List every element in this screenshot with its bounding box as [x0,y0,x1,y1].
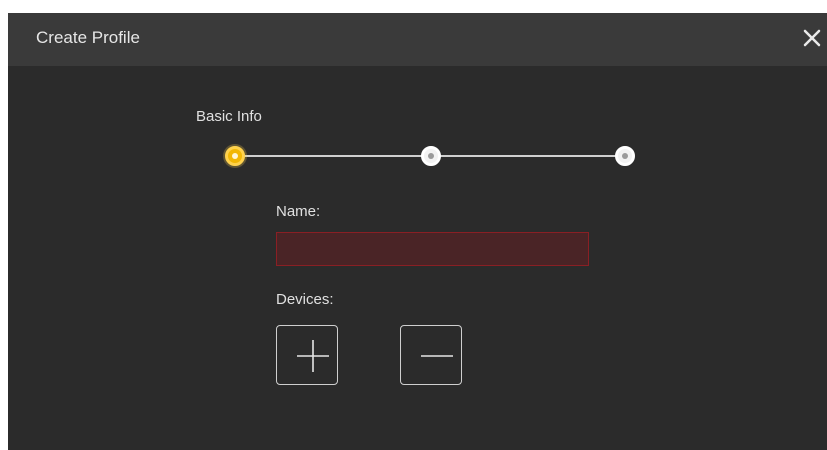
create-profile-dialog: Create Profile Basic Info Name: Devices: [8,13,827,450]
remove-device-button[interactable] [400,325,462,385]
step-dot-2[interactable] [421,146,441,166]
step-connector-2 [440,155,618,157]
step-dot-basic-info[interactable] [225,146,245,166]
plus-icon [297,340,329,372]
step-dot-3[interactable] [615,146,635,166]
dialog-title: Create Profile [36,28,140,47]
step-connector-1 [244,155,422,157]
minus-icon [421,355,453,357]
close-icon [803,29,821,47]
close-button[interactable] [797,23,827,53]
devices-label: Devices: [276,291,334,308]
dialog-header: Create Profile [8,13,827,66]
name-label: Name: [276,203,321,220]
progress-stepper: Basic Info [8,103,827,173]
step-label-basic-info: Basic Info [196,108,262,125]
name-input[interactable] [276,232,589,266]
add-device-button[interactable] [276,325,338,385]
